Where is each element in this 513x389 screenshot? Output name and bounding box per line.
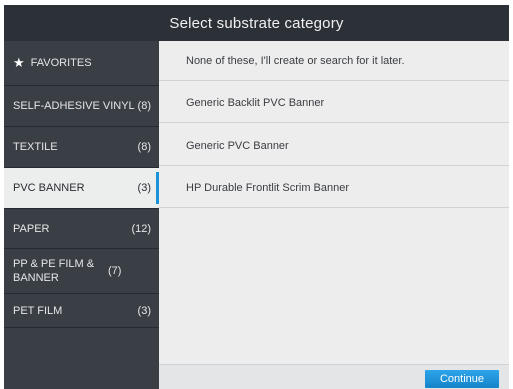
sidebar-item-paper[interactable]: PAPER (12) <box>4 208 159 248</box>
sidebar-item-label: PET FILM <box>13 304 63 317</box>
sidebar-item-favorites[interactable]: ★ FAVORITES <box>4 41 159 85</box>
sidebar-empty-area <box>4 327 159 389</box>
sidebar-item-textile[interactable]: TEXTILE (8) <box>4 126 159 167</box>
list-item[interactable]: Generic Backlit PVC Banner <box>159 83 509 123</box>
continue-button[interactable]: Continue <box>425 370 499 388</box>
list-item[interactable]: None of these, I'll create or search for… <box>159 41 509 81</box>
footer-bar: Continue <box>159 364 509 389</box>
substrate-list: None of these, I'll create or search for… <box>159 41 509 389</box>
sidebar-item-self-adhesive-vinyl[interactable]: SELF-ADHESIVE VINYL (8) <box>4 85 159 126</box>
sidebar-item-label: PP & PE FILM & BANNER <box>13 258 95 284</box>
sidebar-item-count: (7) <box>108 265 122 277</box>
sidebar-item-pet-film[interactable]: PET FILM (3) <box>4 293 159 327</box>
sidebar-item-pvc-banner[interactable]: PVC BANNER (3) <box>4 167 159 208</box>
sidebar-item-count: (3) <box>137 304 151 317</box>
printer-panel: Select substrate category ★ FAVORITES SE… <box>4 5 509 389</box>
sidebar-item-count: (8) <box>137 100 151 112</box>
sidebar-item-pp-pe-film-banner[interactable]: PP & PE FILM & BANNER (7) <box>4 248 159 293</box>
sidebar-item-count: (8) <box>137 141 151 153</box>
sidebar-item-label: TEXTILE <box>13 141 58 153</box>
sidebar-item-label: PVC BANNER <box>13 182 85 194</box>
sidebar-item-label: PAPER <box>13 222 50 235</box>
list-item[interactable]: HP Durable Frontlit Scrim Banner <box>159 168 509 208</box>
star-icon: ★ <box>13 55 25 70</box>
category-sidebar: ★ FAVORITES SELF-ADHESIVE VINYL (8) TEXT… <box>4 41 159 389</box>
sidebar-item-count: (3) <box>137 182 151 194</box>
sidebar-item-label: SELF-ADHESIVE VINYL <box>13 100 135 112</box>
sidebar-item-count: (12) <box>131 222 151 235</box>
page-title: Select substrate category <box>4 5 509 41</box>
sidebar-item-label: FAVORITES <box>30 57 92 69</box>
list-item[interactable]: Generic PVC Banner <box>159 126 509 166</box>
screen: Select substrate category ★ FAVORITES SE… <box>0 0 513 389</box>
